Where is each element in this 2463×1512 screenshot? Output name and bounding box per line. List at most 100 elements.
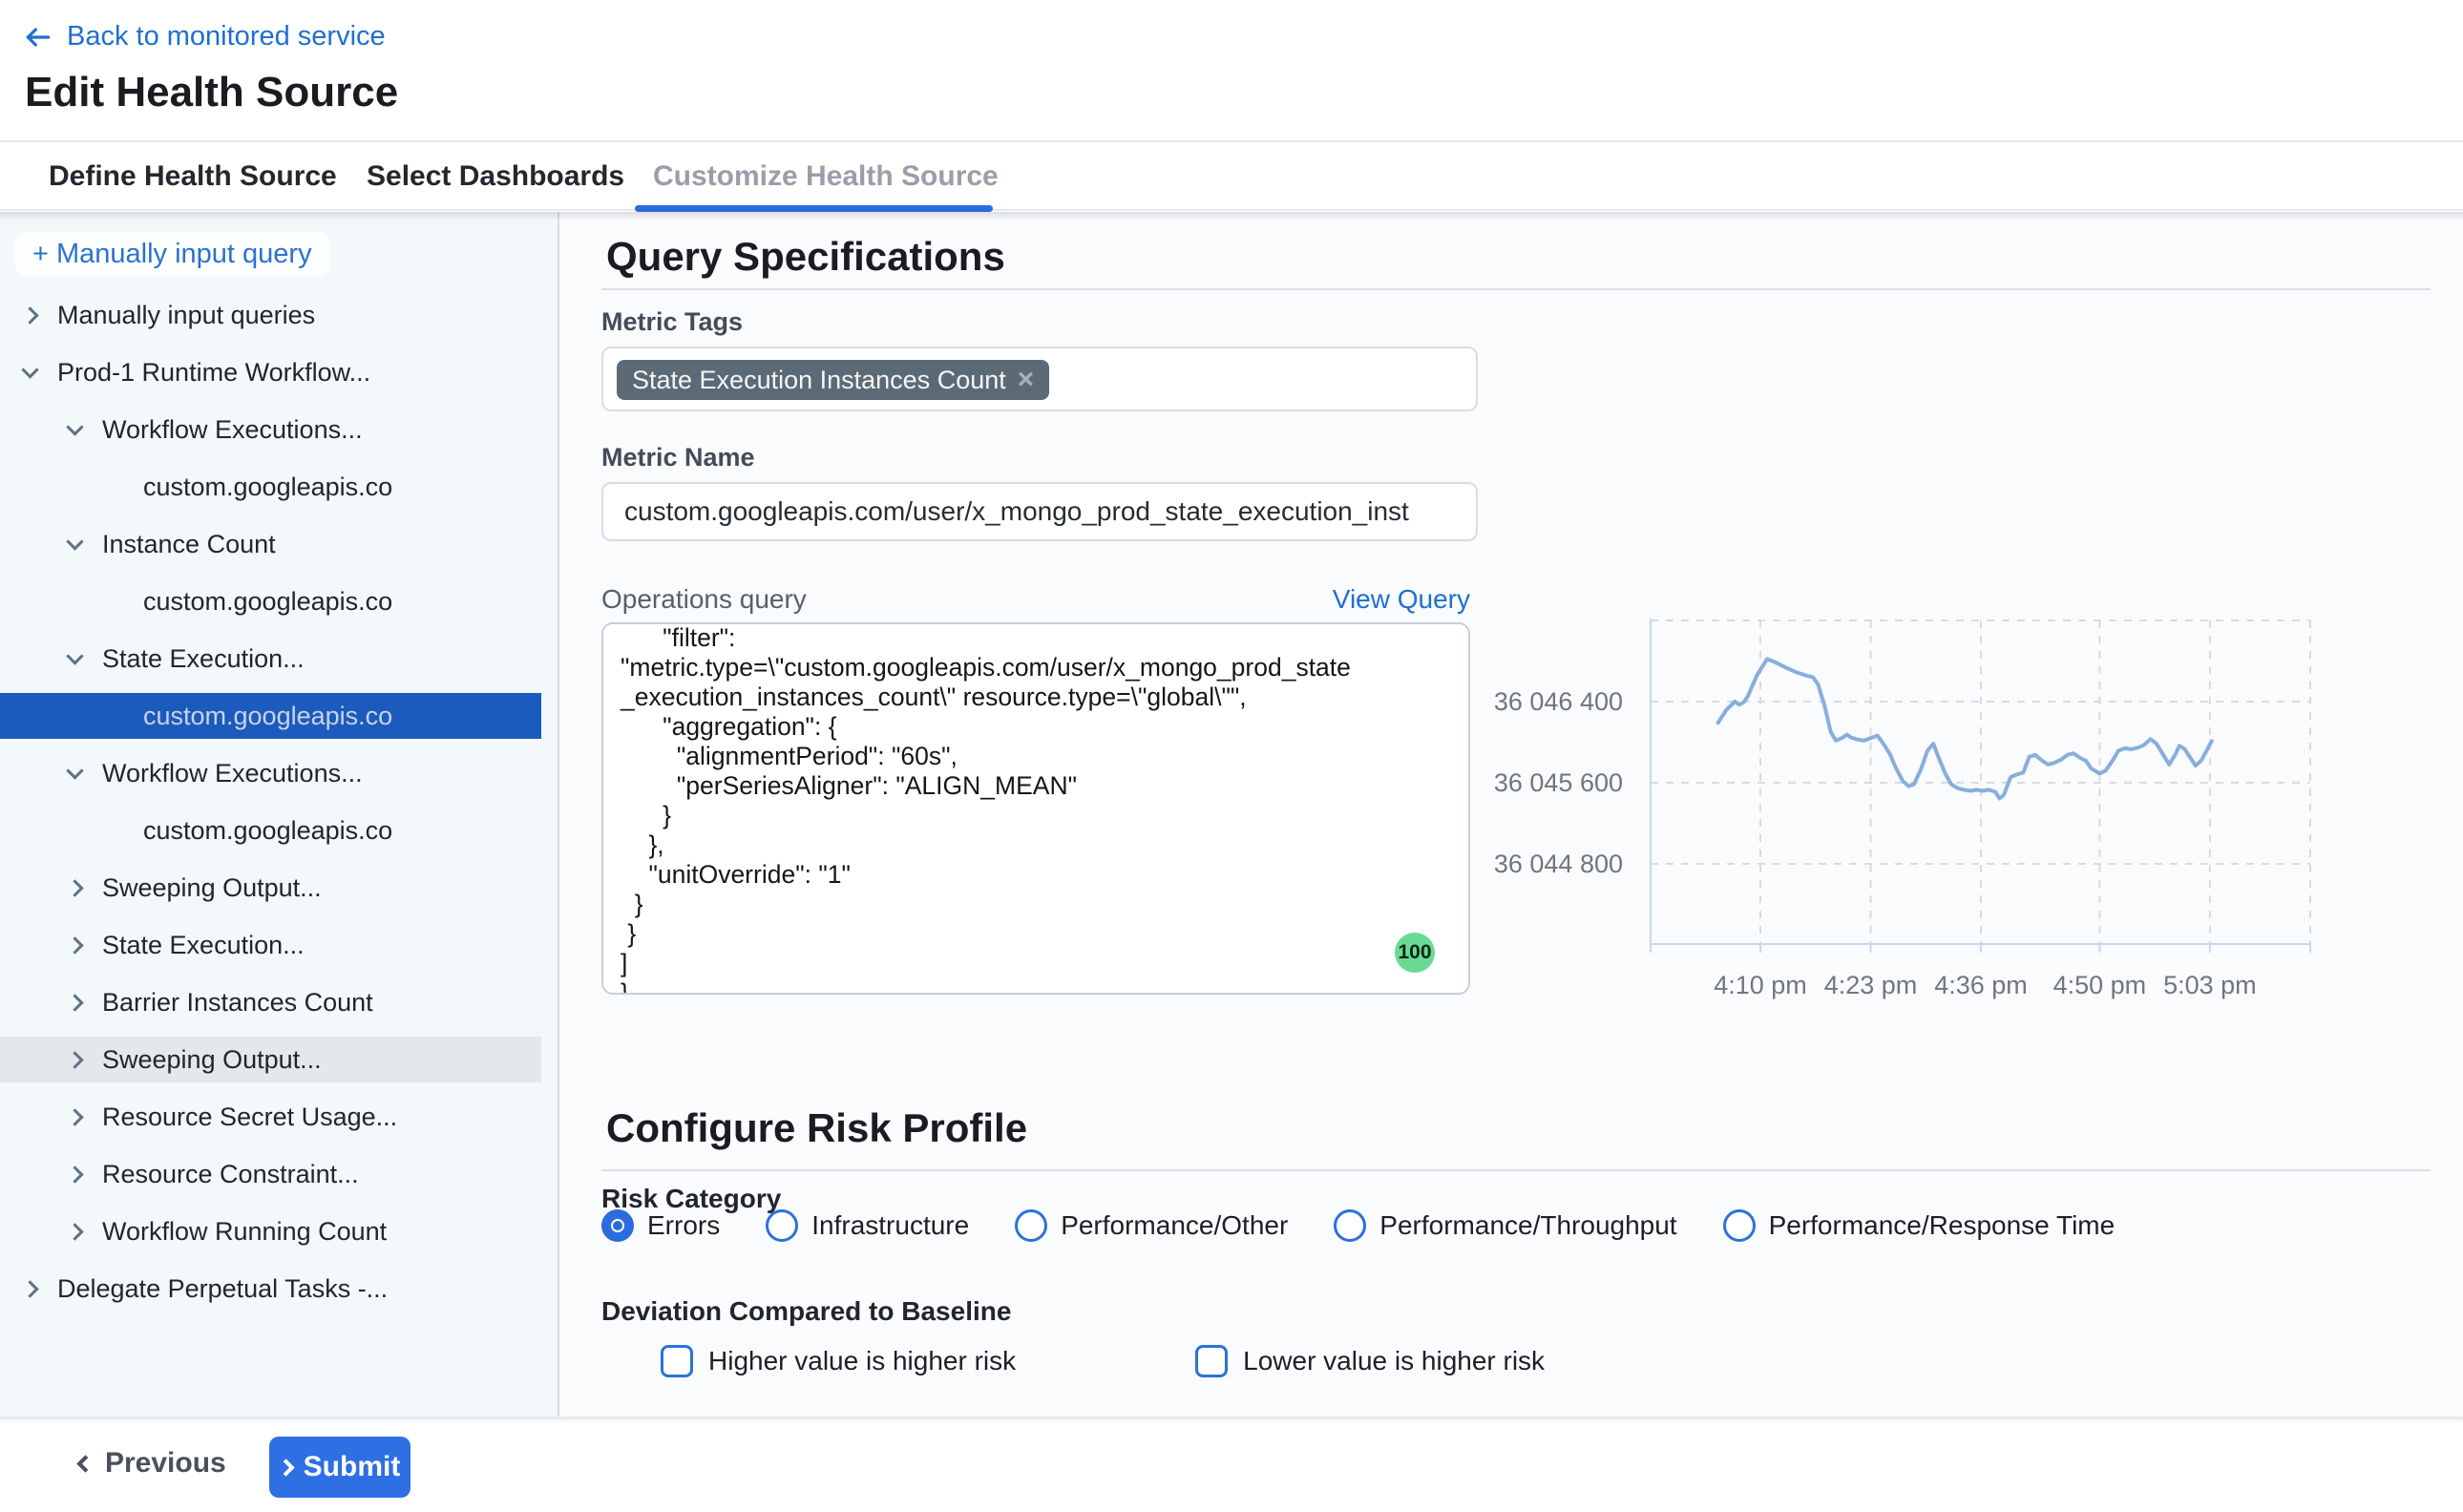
tree-item[interactable]: Sweeping Output... — [0, 865, 541, 911]
tree-item-label: Workflow Running Count — [102, 1217, 387, 1247]
back-link[interactable]: Back to monitored service — [23, 21, 386, 52]
records-count-badge: 100 — [1395, 933, 1435, 973]
tree-item[interactable]: Workflow Running Count — [0, 1208, 541, 1254]
chevron-down-icon[interactable] — [66, 418, 83, 435]
radio-label: Infrastructure — [811, 1210, 969, 1241]
previous-button-label: Previous — [105, 1447, 226, 1480]
operations-query-textarea[interactable]: "filter": "metric.type=\"custom.googleap… — [601, 622, 1470, 995]
tree-item[interactable]: Manually input queries — [0, 292, 541, 338]
risk-category-radio-errors[interactable]: Errors — [601, 1209, 720, 1242]
checkbox-icon[interactable] — [661, 1345, 693, 1377]
metric-timeseries-chart: 36 046 40036 045 60036 044 8004:10 pm4:2… — [1489, 601, 2444, 1012]
previous-button[interactable]: Previous — [79, 1447, 226, 1480]
chevron-down-icon[interactable] — [66, 647, 83, 664]
submit-button[interactable]: Submit — [269, 1437, 410, 1498]
chevron-down-icon[interactable] — [21, 361, 38, 378]
risk-category-radio-performance-other[interactable]: Performance/Other — [1015, 1209, 1288, 1242]
view-query-link[interactable]: View Query — [601, 584, 1470, 615]
risk-profile-heading: Configure Risk Profile — [606, 1105, 1027, 1151]
radio-label: Errors — [647, 1210, 720, 1241]
deviation-checkbox-group: Higher value is higher risk Lower value i… — [601, 1345, 1545, 1377]
metric-name-input[interactable] — [601, 482, 1478, 541]
checkbox-icon[interactable] — [1195, 1345, 1228, 1377]
chevron-right-icon[interactable] — [66, 1051, 83, 1068]
chevron-right-icon[interactable] — [66, 1108, 83, 1125]
chevron-right-icon[interactable] — [66, 1223, 83, 1240]
section-divider — [601, 288, 2431, 290]
svg-text:4:36 pm: 4:36 pm — [1934, 971, 2028, 999]
tree-item-label: custom.googleapis.co — [143, 816, 392, 846]
tree-item[interactable]: custom.googleapis.co — [0, 464, 541, 510]
tree-item[interactable]: custom.googleapis.co — [0, 578, 541, 624]
tree-item[interactable]: Delegate Perpetual Tasks -... — [0, 1266, 541, 1312]
footer-bar: Previous Submit — [0, 1417, 2463, 1512]
deviation-checkbox-lower-value-is-higher-risk[interactable]: Lower value is higher risk — [1195, 1345, 1545, 1377]
back-arrow-icon — [23, 22, 53, 52]
radio-icon[interactable] — [766, 1209, 798, 1242]
tree-item-label: Resource Constraint... — [102, 1160, 359, 1189]
tab-define-health-source[interactable]: Define Health Source — [49, 142, 337, 210]
radio-icon[interactable] — [1015, 1209, 1047, 1242]
tree-item-label: Sweeping Output... — [102, 873, 322, 903]
tree-item-label: Prod-1 Runtime Workflow... — [57, 358, 370, 388]
chip-close-icon[interactable]: × — [1018, 366, 1035, 394]
tree-item[interactable]: Workflow Executions... — [0, 407, 541, 452]
risk-category-radio-performance-throughput[interactable]: Performance/Throughput — [1334, 1209, 1676, 1242]
radio-icon[interactable] — [1723, 1209, 1756, 1242]
add-manual-query-button[interactable]: + Manually input query — [15, 232, 329, 276]
risk-category-radio-infrastructure[interactable]: Infrastructure — [766, 1209, 969, 1242]
tree-item[interactable]: Instance Count — [0, 521, 541, 567]
wizard-tabbar: Define Health Source Select Dashboards C… — [0, 142, 2463, 212]
tree-item-label: custom.googleapis.co — [143, 587, 392, 617]
chevron-right-icon[interactable] — [66, 936, 83, 954]
tree-item-label: Delegate Perpetual Tasks -... — [57, 1274, 388, 1304]
metric-name-label: Metric Name — [601, 443, 755, 472]
tree-item[interactable]: Workflow Executions... — [0, 750, 541, 796]
svg-text:36 046 400: 36 046 400 — [1494, 687, 1623, 716]
tree-item[interactable]: State Execution... — [0, 922, 541, 968]
tree-item[interactable]: Sweeping Output... — [0, 1037, 541, 1082]
radio-icon[interactable] — [601, 1209, 634, 1242]
page-title: Edit Health Source — [25, 69, 398, 116]
svg-text:4:23 pm: 4:23 pm — [1824, 971, 1918, 999]
chevron-down-icon[interactable] — [66, 762, 83, 779]
active-tab-underline — [635, 205, 993, 212]
tree-item[interactable]: Prod-1 Runtime Workflow... — [0, 349, 541, 395]
tree-item[interactable]: custom.googleapis.co — [0, 693, 541, 739]
tab-select-dashboards[interactable]: Select Dashboards — [367, 142, 624, 210]
chevron-right-icon[interactable] — [66, 1166, 83, 1183]
metric-tags-input[interactable]: State Execution Instances Count × — [601, 346, 1478, 411]
chevron-right-icon[interactable] — [21, 306, 38, 324]
tree-item[interactable]: custom.googleapis.co — [0, 808, 541, 853]
tree-item-label: Workflow Executions... — [102, 759, 363, 788]
radio-label: Performance/Other — [1061, 1210, 1288, 1241]
tree-item[interactable]: Resource Secret Usage... — [0, 1094, 541, 1140]
risk-category-radio-performance-response-time[interactable]: Performance/Response Time — [1723, 1209, 2116, 1242]
chevron-right-icon[interactable] — [21, 1280, 38, 1297]
chevron-right-icon — [277, 1459, 294, 1476]
checkbox-label: Lower value is higher risk — [1243, 1346, 1545, 1376]
chevron-right-icon[interactable] — [66, 994, 83, 1011]
tree-item[interactable]: State Execution... — [0, 636, 541, 682]
svg-text:36 044 800: 36 044 800 — [1494, 850, 1623, 878]
deviation-checkbox-higher-value-is-higher-risk[interactable]: Higher value is higher risk — [661, 1345, 1016, 1377]
chevron-left-icon — [76, 1455, 94, 1472]
metrics-sidebar: + Manually input query Manually input qu… — [0, 212, 559, 1417]
risk-category-radio-group: Errors Infrastructure Performance/Other Per… — [601, 1209, 2115, 1242]
tree-item-label: Barrier Instances Count — [102, 988, 373, 1018]
radio-icon[interactable] — [1334, 1209, 1366, 1242]
chevron-down-icon[interactable] — [66, 533, 83, 550]
tree-item-label: Instance Count — [102, 530, 276, 559]
metric-tag-chip-label: State Execution Instances Count — [632, 366, 1006, 395]
metric-tag-chip[interactable]: State Execution Instances Count × — [617, 360, 1049, 400]
tree-item-label: Sweeping Output... — [102, 1045, 322, 1075]
radio-label: Performance/Response Time — [1769, 1210, 2116, 1241]
tab-customize-health-source[interactable]: Customize Health Source — [653, 142, 999, 210]
tree-item[interactable]: Barrier Instances Count — [0, 979, 541, 1025]
section-divider-2 — [601, 1169, 2431, 1171]
submit-button-label: Submit — [304, 1451, 401, 1483]
tree-item-label: Workflow Executions... — [102, 415, 363, 445]
chevron-right-icon[interactable] — [66, 879, 83, 896]
tree-item[interactable]: Resource Constraint... — [0, 1151, 541, 1197]
tabbar-divider — [0, 209, 2463, 211]
